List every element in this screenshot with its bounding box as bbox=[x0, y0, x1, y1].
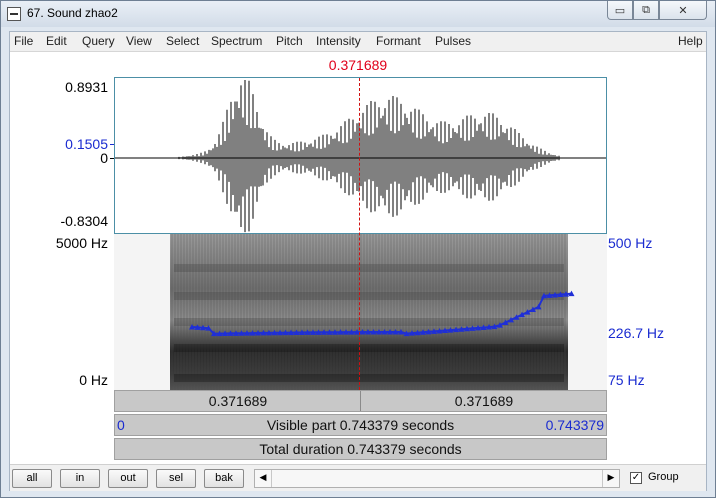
spectrogram-panel[interactable] bbox=[114, 234, 607, 390]
close-button[interactable]: ✕ bbox=[659, 1, 707, 20]
waveform-svg bbox=[115, 80, 606, 233]
zoom-out-button[interactable]: out bbox=[108, 469, 148, 488]
pitch-top-label: 500 Hz bbox=[608, 235, 653, 251]
zoom-back-button[interactable]: bak bbox=[204, 469, 244, 488]
group-label: Group bbox=[648, 471, 679, 483]
menu-view[interactable]: View bbox=[126, 34, 152, 48]
menu-formant[interactable]: Formant bbox=[376, 34, 421, 48]
pitch-cursor-value-label: 226.7 Hz bbox=[608, 325, 665, 341]
scroll-right-icon[interactable]: ▶ bbox=[602, 470, 619, 487]
menu-file[interactable]: File bbox=[14, 34, 33, 48]
waveform-min-label: -0.8304 bbox=[60, 213, 108, 229]
waveform-zero-label: 0 bbox=[100, 150, 108, 166]
spectrogram-svg bbox=[170, 234, 575, 390]
editor-client-area: File Edit Query View Select Spectrum Pit… bbox=[9, 31, 707, 491]
bottom-toolbar: all in out sel bak ◀ ▶ ✓ Group bbox=[10, 464, 706, 491]
title-bar[interactable]: 67. Sound zhao2 ▭ ⧉ ✕ bbox=[1, 1, 715, 27]
zoom-all-button[interactable]: all bbox=[12, 469, 52, 488]
zoom-in-button[interactable]: in bbox=[60, 469, 100, 488]
segment-bar: 0.371689 0.371689 bbox=[114, 390, 607, 412]
sound-editor-window: 67. Sound zhao2 ▭ ⧉ ✕ File Edit Query Vi… bbox=[0, 0, 716, 498]
pitch-bottom-label: 75 Hz bbox=[608, 372, 645, 388]
spectrogram-bottom-label: 0 Hz bbox=[79, 372, 108, 388]
menu-bar: File Edit Query View Select Spectrum Pit… bbox=[10, 32, 706, 52]
maximize-button[interactable]: ⧉ bbox=[633, 1, 659, 20]
spectrogram-top-label: 5000 Hz bbox=[55, 235, 108, 251]
visible-end-time: 0.743379 bbox=[545, 417, 604, 433]
window-title: 67. Sound zhao2 bbox=[27, 6, 118, 20]
menu-help[interactable]: Help bbox=[678, 34, 703, 48]
waveform-panel[interactable] bbox=[114, 77, 607, 234]
menu-intensity[interactable]: Intensity bbox=[316, 34, 361, 48]
waveform-trace bbox=[174, 80, 566, 233]
visible-part-label: Visible part 0.743379 seconds bbox=[266, 417, 455, 433]
scroll-left-icon[interactable]: ◀ bbox=[255, 470, 272, 487]
cursor-line bbox=[359, 78, 360, 390]
cursor-time-label: 0.371689 bbox=[328, 57, 388, 73]
menu-pitch[interactable]: Pitch bbox=[276, 34, 303, 48]
horizontal-scrollbar[interactable]: ◀ ▶ bbox=[254, 469, 620, 488]
left-segment-duration[interactable]: 0.371689 bbox=[115, 393, 361, 409]
group-checkbox[interactable]: ✓ bbox=[630, 472, 642, 484]
right-segment-duration[interactable]: 0.371689 bbox=[361, 393, 607, 409]
menu-pulses[interactable]: Pulses bbox=[435, 34, 471, 48]
minimize-button[interactable]: ▭ bbox=[607, 1, 633, 20]
menu-select[interactable]: Select bbox=[166, 34, 199, 48]
zoom-selection-button[interactable]: sel bbox=[156, 469, 196, 488]
visible-part-bar[interactable]: 0 Visible part 0.743379 seconds 0.743379 bbox=[114, 414, 607, 436]
total-duration-bar[interactable]: Total duration 0.743379 seconds bbox=[114, 438, 607, 460]
window-app-icon bbox=[7, 7, 21, 21]
waveform-max-label: 0.8931 bbox=[65, 79, 108, 95]
total-duration-label: Total duration 0.743379 seconds bbox=[259, 441, 462, 457]
menu-edit[interactable]: Edit bbox=[46, 34, 67, 48]
menu-query[interactable]: Query bbox=[82, 34, 115, 48]
menu-spectrum[interactable]: Spectrum bbox=[211, 34, 262, 48]
